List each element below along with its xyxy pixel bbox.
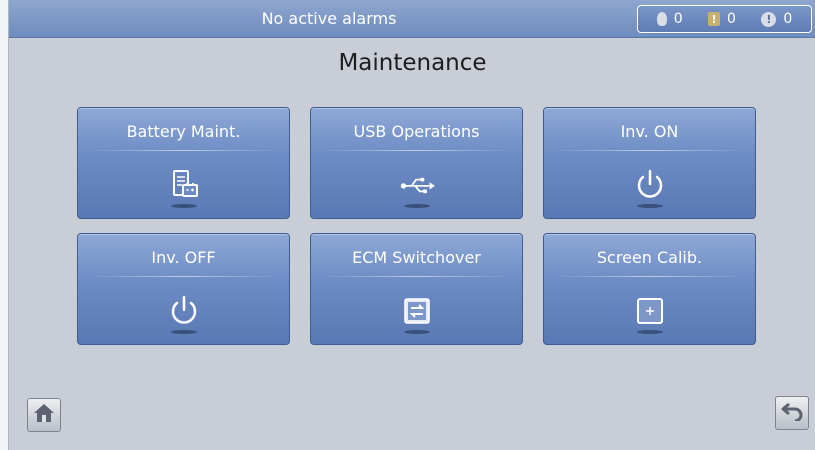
icon-shadow: [403, 330, 430, 334]
tile-label: USB Operations: [353, 122, 480, 141]
minor-alarm-counter: ! 0: [761, 11, 792, 27]
tile-label: Inv. ON: [620, 122, 679, 141]
icon-shadow: [636, 204, 663, 208]
icon-shadow: [403, 204, 430, 208]
tile-label: Battery Maint.: [126, 122, 241, 141]
icon-shadow: [170, 330, 197, 334]
home-button[interactable]: [27, 398, 61, 432]
minor-alarm-icon: !: [761, 11, 777, 27]
minor-alarm-count: 0: [783, 11, 793, 27]
back-button[interactable]: [775, 396, 809, 430]
home-icon: [33, 403, 55, 427]
maintenance-screen: No active alarms 0 ! 0 ! 0 Maintenance B…: [8, 0, 815, 450]
power-icon: [166, 294, 202, 328]
tile-label: ECM Switchover: [352, 248, 481, 267]
tile-label: Inv. OFF: [151, 248, 216, 267]
tile-divider: [554, 276, 745, 277]
critical-alarm-counter: 0: [656, 11, 683, 27]
icon-shadow: [636, 330, 663, 334]
usb-operations-button[interactable]: USB Operations: [310, 107, 523, 219]
inv-on-button[interactable]: Inv. ON: [543, 107, 756, 219]
major-alarm-count: 0: [727, 11, 736, 27]
icon-shadow: [170, 204, 197, 208]
power-icon: [632, 168, 668, 202]
screen-calib-button[interactable]: Screen Calib.: [543, 233, 756, 345]
battery-maint-button[interactable]: Battery Maint.: [77, 107, 290, 219]
tile-divider: [554, 150, 745, 151]
alarm-status-text: No active alarms: [261, 9, 397, 28]
back-icon: [780, 401, 804, 425]
critical-alarm-count: 0: [673, 11, 683, 27]
inv-off-button[interactable]: Inv. OFF: [77, 233, 290, 345]
page-title: Maintenance: [338, 50, 487, 76]
usb-icon: [399, 168, 435, 202]
screen-calibration-icon: [632, 294, 668, 328]
switchover-icon: [399, 294, 435, 328]
tile-divider: [88, 276, 279, 277]
tile-divider: [321, 276, 512, 277]
alarm-summary[interactable]: 0 ! 0 ! 0: [637, 5, 812, 33]
critical-alarm-icon: [656, 12, 667, 26]
battery-maintenance-icon: [166, 168, 202, 202]
tile-label: Screen Calib.: [596, 248, 703, 267]
ecm-switchover-button[interactable]: ECM Switchover: [310, 233, 523, 345]
status-bar: No active alarms 0 ! 0 ! 0: [9, 0, 815, 38]
major-alarm-icon: !: [708, 12, 721, 26]
major-alarm-counter: ! 0: [708, 11, 736, 27]
tile-divider: [321, 150, 512, 151]
tile-divider: [88, 150, 279, 151]
